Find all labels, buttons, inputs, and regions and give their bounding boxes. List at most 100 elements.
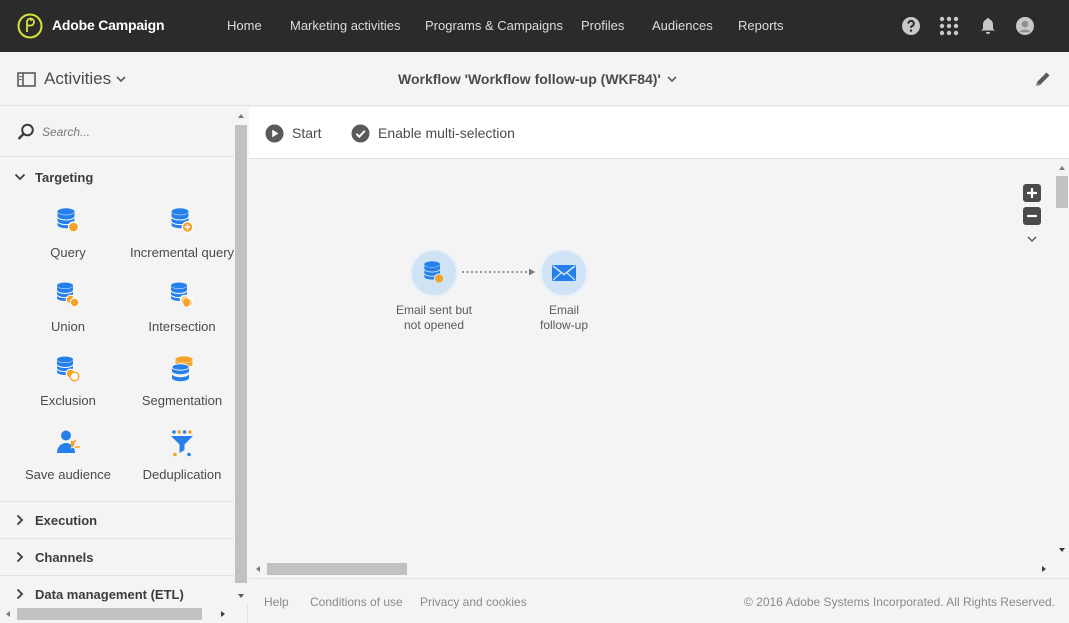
intersection-icon <box>170 282 194 308</box>
scroll-down-arrow-icon[interactable] <box>236 591 246 601</box>
scroll-right-arrow-icon[interactable] <box>218 609 228 619</box>
nav-marketing-activities[interactable]: Marketing activities <box>290 18 401 33</box>
node-label-line: Email <box>548 303 579 317</box>
footer-help-link[interactable]: Help <box>264 595 289 609</box>
activity-union[interactable]: Union <box>11 281 125 351</box>
workflow-header: Activities Workflow 'Workflow follow-up … <box>0 52 1069 106</box>
email-icon <box>552 265 576 281</box>
zoom-in-icon[interactable] <box>1023 184 1041 202</box>
activity-intersection-label: Intersection <box>148 319 216 334</box>
bell-icon[interactable] <box>978 16 998 36</box>
activities-label: Activities <box>44 69 112 88</box>
segmentation-icon <box>171 356 193 382</box>
app-title[interactable]: Adobe Campaign <box>52 17 165 33</box>
activity-search <box>0 107 234 157</box>
node-label-line: Email sent but <box>395 303 473 317</box>
union-icon <box>56 282 80 308</box>
nav-profiles[interactable]: Profiles <box>581 18 624 33</box>
chevron-down-icon <box>116 76 126 83</box>
nav-home[interactable]: Home <box>227 18 262 33</box>
activity-deduplication-label: Deduplication <box>142 467 222 482</box>
nav-audiences[interactable]: Audiences <box>652 18 713 33</box>
start-button[interactable]: Start <box>265 123 322 143</box>
exclusion-icon <box>56 356 80 382</box>
activities-palette: Targeting Query Incremental query Union <box>0 107 248 623</box>
scrollbar-thumb[interactable] <box>1056 176 1068 208</box>
node-circle <box>540 249 588 297</box>
activity-segmentation[interactable]: Segmentation <box>125 355 239 425</box>
nav-programs-campaigns[interactable]: Programs & Campaigns <box>425 18 563 33</box>
workflow-node-query[interactable]: Email sent but not opened <box>379 249 489 333</box>
section-execution[interactable]: Execution <box>0 502 234 538</box>
play-icon <box>265 124 284 142</box>
query-icon <box>57 208 80 233</box>
canvas-vertical-scrollbar[interactable] <box>1055 159 1069 559</box>
workflow-node-label: Email follow-up <box>509 303 619 333</box>
activities-panel-toggle[interactable]: Activities <box>17 68 126 90</box>
user-avatar-icon[interactable] <box>1015 16 1035 36</box>
scroll-right-arrow-icon[interactable] <box>1039 564 1049 574</box>
activity-deduplication[interactable]: Deduplication <box>125 429 239 499</box>
top-navigation-bar: Adobe Campaign Home Marketing activities… <box>0 0 1069 52</box>
node-label-line: follow-up <box>539 318 589 332</box>
zoom-out-icon[interactable] <box>1023 207 1041 225</box>
adobe-campaign-logo-icon[interactable] <box>17 13 43 39</box>
footer-privacy-link[interactable]: Privacy and cookies <box>420 595 527 609</box>
help-icon[interactable] <box>901 16 921 36</box>
workflow-canvas[interactable]: Email sent but not opened Email follow-u… <box>249 159 1055 559</box>
activity-incremental-query[interactable]: Incremental query <box>125 207 239 277</box>
scroll-up-arrow-icon[interactable] <box>1057 163 1067 173</box>
chevron-down-icon <box>14 173 26 181</box>
activity-incremental-query-label: Incremental query <box>129 245 235 260</box>
chevron-right-icon <box>16 514 24 526</box>
activity-union-label: Union <box>51 319 85 334</box>
apps-grid-icon[interactable] <box>939 16 959 36</box>
canvas-horizontal-scrollbar[interactable] <box>249 559 1055 578</box>
search-input[interactable] <box>42 123 222 141</box>
scrollbar-thumb[interactable] <box>267 563 407 575</box>
palette-vertical-scrollbar[interactable] <box>234 107 248 604</box>
workflow-node-email[interactable]: Email follow-up <box>509 249 619 333</box>
start-button-label: Start <box>292 125 322 141</box>
enable-multi-selection-button[interactable]: Enable multi-selection <box>351 123 515 143</box>
save-audience-icon <box>57 430 80 453</box>
panel-toggle-icon <box>17 71 36 87</box>
activity-exclusion[interactable]: Exclusion <box>11 355 125 425</box>
scrollbar-thumb[interactable] <box>235 125 247 583</box>
section-data-management-label: Data management (ETL) <box>35 587 184 602</box>
scroll-up-arrow-icon[interactable] <box>236 111 246 121</box>
incremental-query-icon <box>171 208 194 233</box>
workflow-title[interactable]: Workflow 'Workflow follow-up (WKF84)' <box>398 71 677 87</box>
scroll-left-arrow-icon[interactable] <box>253 564 263 574</box>
workflow-node-label: Email sent but not opened <box>379 303 489 333</box>
zoom-options-chevron-icon[interactable] <box>1023 232 1041 246</box>
section-channels[interactable]: Channels <box>0 539 234 575</box>
activity-save-audience-label: Save audience <box>24 467 111 482</box>
activity-intersection[interactable]: Intersection <box>125 281 239 351</box>
chevron-down-icon <box>667 76 677 83</box>
activity-query-label: Query <box>50 245 86 260</box>
workflow-toolbar: Start Enable multi-selection <box>249 107 1069 159</box>
activity-query[interactable]: Query <box>11 207 125 277</box>
activity-exclusion-label: Exclusion <box>40 393 96 408</box>
nav-reports[interactable]: Reports <box>738 18 784 33</box>
activity-save-audience[interactable]: Save audience <box>11 429 125 499</box>
scroll-down-arrow-icon[interactable] <box>1057 545 1067 555</box>
chevron-right-icon <box>16 588 24 600</box>
query-icon <box>423 261 445 284</box>
edit-pencil-icon[interactable] <box>1033 69 1053 89</box>
checkmark-circle-icon <box>351 124 370 142</box>
section-execution-label: Execution <box>35 513 98 528</box>
chevron-right-icon <box>16 551 24 563</box>
footer-conditions-link[interactable]: Conditions of use <box>310 595 403 609</box>
page-footer: Help Conditions of use Privacy and cooki… <box>249 578 1069 623</box>
scrollbar-thumb[interactable] <box>17 608 202 620</box>
copyright-text: © 2016 Adobe Systems Incorporated. All R… <box>743 595 1055 609</box>
enable-multi-selection-label: Enable multi-selection <box>378 125 515 141</box>
node-circle <box>410 249 458 297</box>
section-targeting[interactable]: Targeting <box>0 159 234 195</box>
section-channels-label: Channels <box>35 550 94 565</box>
palette-horizontal-scrollbar[interactable] <box>0 604 234 623</box>
activity-segmentation-label: Segmentation <box>141 393 223 408</box>
scroll-left-arrow-icon[interactable] <box>3 609 13 619</box>
